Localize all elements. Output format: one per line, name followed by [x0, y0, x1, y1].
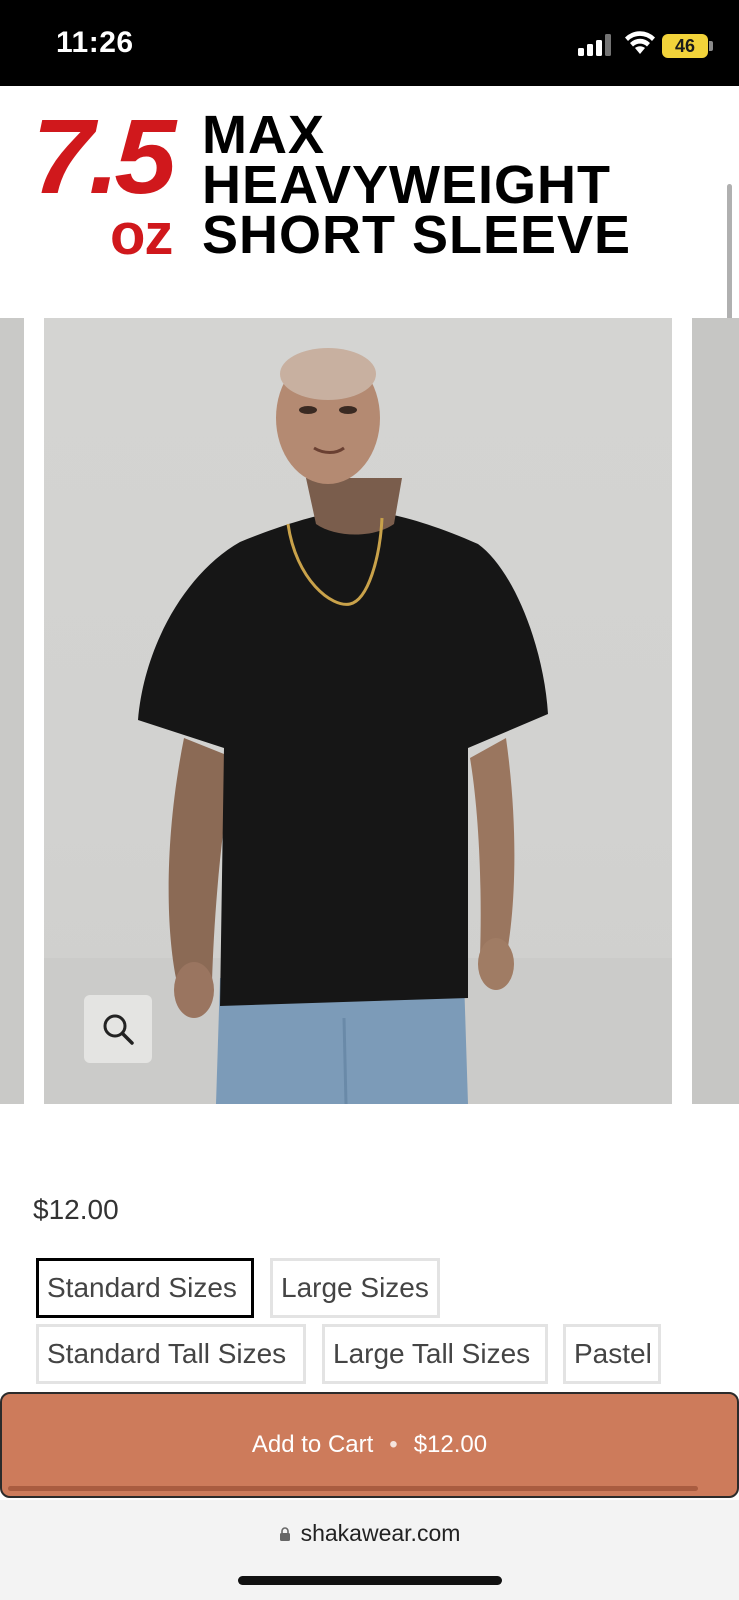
cart-price: $12.00 — [413, 1431, 488, 1458]
add-to-cart-label: Add to Cart — [251, 1431, 374, 1458]
magnifier-icon — [103, 1014, 134, 1045]
option-large-sizes[interactable]: Large Sizes — [270, 1258, 440, 1318]
wifi-icon — [625, 31, 655, 54]
product-photo[interactable] — [44, 318, 672, 1104]
product-title-banner: 7.5 oz MAX HEAVYWEIGHT SHORT SLEEVE — [30, 104, 720, 274]
model-illustration — [44, 348, 672, 1104]
add-to-cart-button[interactable]: Add to Cart • $12.00 — [0, 1392, 739, 1498]
weight-number: 7.5 — [32, 98, 176, 216]
status-time: 11:26 — [56, 26, 134, 59]
battery-icon: 46 — [662, 34, 708, 58]
home-indicator[interactable] — [238, 1576, 502, 1585]
url-text: shakawear.com — [300, 1520, 461, 1546]
option-standard-tall-sizes[interactable]: Standard Tall Sizes — [36, 1324, 306, 1384]
weight-unit: oz — [110, 202, 173, 267]
zoom-button[interactable] — [84, 995, 152, 1063]
option-pastel[interactable]: Pastel — [563, 1324, 661, 1384]
title-line-3: SHORT SLEEVE — [202, 205, 632, 265]
previous-image-peek[interactable] — [0, 318, 24, 1104]
product-image-carousel[interactable] — [0, 318, 739, 1104]
option-large-tall-sizes[interactable]: Large Tall Sizes — [322, 1324, 548, 1384]
title-line-1: MAX — [202, 105, 325, 165]
cellular-signal-icon — [578, 34, 614, 56]
product-page: 11:26 46 7.5 oz MAX HEAVYWEIGHT SHORT SL… — [0, 0, 739, 1600]
option-standard-sizes[interactable]: Standard Sizes — [36, 1258, 254, 1318]
battery-nub — [709, 41, 713, 51]
status-bar: 11:26 46 — [0, 0, 739, 86]
cart-separator: • — [389, 1431, 398, 1458]
product-price: $12.00 — [33, 1194, 119, 1225]
cart-button-shadow — [8, 1486, 698, 1491]
title-line-2: HEAVYWEIGHT — [202, 155, 612, 215]
address-bar[interactable]: shakawear.com — [0, 1520, 739, 1547]
battery-level: 46 — [674, 35, 696, 56]
browser-bottom-bar: shakawear.com — [0, 1500, 739, 1600]
lock-icon — [279, 1526, 290, 1541]
next-image-peek[interactable] — [692, 318, 739, 1104]
